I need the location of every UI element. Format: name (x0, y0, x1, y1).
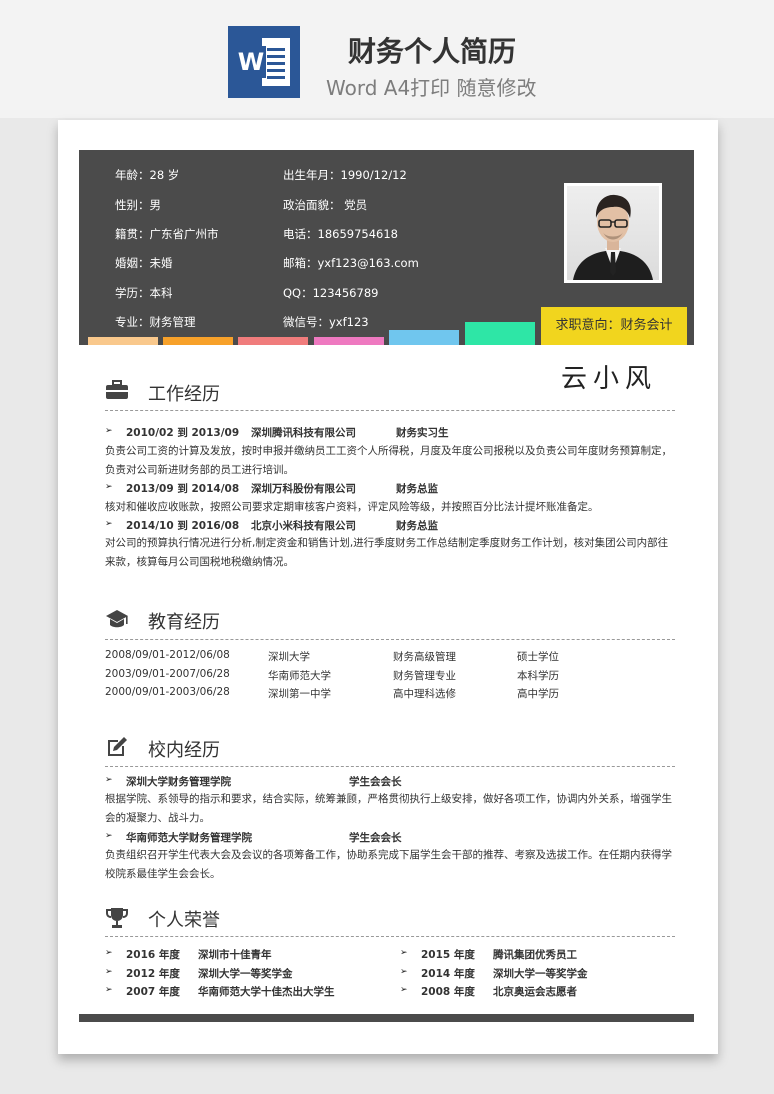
banner: W 财务个人简历 Word A4打印 随意修改 (0, 0, 774, 118)
candidate-name: 云小风 (561, 364, 658, 394)
bullet-arrow-icon: ➢ (400, 948, 408, 958)
edit-icon (108, 737, 127, 756)
footer-bar (79, 1014, 694, 1022)
job-intent-badge: 求职意向：财务会计 (541, 307, 687, 345)
info-qq: QQ：123456789 (283, 286, 379, 300)
edu-school: 深圳第一中学 (268, 688, 331, 700)
work-description: 对公司的预算执行情况进行分析,制定资金和销售计划,进行季度财务工作总结制定季度财… (105, 537, 669, 568)
edu-degree: 高中学历 (517, 688, 559, 700)
work-company: 深圳腾讯科技有限公司 (251, 427, 356, 439)
bullet-arrow-icon: ➢ (105, 775, 113, 785)
honor-year: 2012 年度 (126, 968, 180, 980)
edu-school: 深圳大学 (268, 651, 310, 663)
section-title-work: 工作经历 (148, 384, 220, 405)
honor-title: 深圳大学一等奖学金 (198, 968, 293, 980)
work-period: 2013/09 到 2014/08 (126, 483, 240, 495)
briefcase-icon (106, 380, 128, 399)
person-silhouette-icon (573, 194, 653, 280)
banner-title: 财务个人简历 (348, 35, 517, 68)
banner-subtitle: Word A4打印 随意修改 (326, 76, 537, 100)
edu-major: 高中理科选修 (393, 688, 456, 700)
work-role: 财务总监 (396, 520, 438, 532)
work-period: 2014/10 到 2016/08 (126, 520, 240, 532)
color-bar-3 (238, 337, 308, 345)
color-bar-1 (88, 337, 158, 345)
info-wechat: 微信号：yxf123 (283, 315, 369, 329)
graduation-cap-icon (106, 610, 128, 628)
campus-role: 学生会会长 (349, 832, 402, 844)
edu-period: 2008/09/01-2012/06/08 (105, 649, 230, 661)
section-divider (105, 410, 675, 411)
info-birth: 出生年月：1990/12/12 (283, 168, 407, 182)
word-icon: W (228, 26, 300, 98)
honor-title: 华南师范大学十佳杰出大学生 (198, 986, 335, 998)
info-major: 专业：财务管理 (115, 315, 196, 329)
info-marital: 婚姻：未婚 (115, 256, 173, 270)
bullet-arrow-icon: ➢ (105, 967, 113, 977)
work-role: 财务总监 (396, 483, 438, 495)
edu-school: 华南师范大学 (268, 670, 331, 682)
edu-degree: 硕士学位 (517, 651, 559, 663)
section-title-honors: 个人荣誉 (148, 910, 220, 931)
trophy-icon (106, 908, 128, 928)
edu-degree: 本科学历 (517, 670, 559, 682)
work-description: 负责公司工资的计算及发放，按时申报并缴纳员工工资个人所得税，月度及年度公司报税以… (105, 445, 672, 476)
honor-title: 腾讯集团优秀员工 (493, 949, 577, 961)
section-title-education: 教育经历 (148, 612, 220, 633)
bullet-arrow-icon: ➢ (105, 482, 113, 492)
profile-photo (564, 183, 662, 283)
work-period: 2010/02 到 2013/09 (126, 427, 240, 439)
work-role: 财务实习生 (396, 427, 449, 439)
info-education: 学历：本科 (115, 286, 173, 300)
section-divider (105, 639, 675, 640)
section-title-campus: 校内经历 (148, 740, 220, 761)
honor-year: 2008 年度 (421, 986, 475, 998)
campus-org: 深圳大学财务管理学院 (126, 776, 231, 788)
campus-description: 负责组织召开学生代表大会及会议的各项筹备工作，协助系完成下届学生会干部的推荐、考… (105, 849, 672, 880)
color-bar-5 (389, 330, 459, 345)
info-politics: 政治面貌： 党员 (283, 198, 368, 212)
info-hometown: 籍贯：广东省广州市 (115, 227, 219, 241)
color-bar-4 (314, 337, 384, 345)
bullet-arrow-icon: ➢ (400, 985, 408, 995)
work-company: 深圳万科股份有限公司 (251, 483, 356, 495)
edu-period: 2000/09/01-2003/06/28 (105, 686, 230, 698)
bullet-arrow-icon: ➢ (105, 519, 113, 529)
bullet-arrow-icon: ➢ (105, 426, 113, 436)
honor-year: 2015 年度 (421, 949, 475, 961)
color-bar-2 (163, 337, 233, 345)
honor-year: 2014 年度 (421, 968, 475, 980)
honor-year: 2016 年度 (126, 949, 180, 961)
honor-title: 深圳市十佳青年 (198, 949, 272, 961)
color-bar-6 (465, 322, 535, 345)
bullet-arrow-icon: ➢ (105, 985, 113, 995)
work-company: 北京小米科技有限公司 (251, 520, 356, 532)
honor-title: 深圳大学一等奖学金 (493, 968, 588, 980)
edu-period: 2003/09/01-2007/06/28 (105, 668, 230, 680)
bullet-arrow-icon: ➢ (105, 831, 113, 841)
campus-org: 华南师范大学财务管理学院 (126, 832, 252, 844)
info-phone: 电话：18659754618 (283, 227, 398, 241)
info-age: 年龄：28 岁 (115, 168, 180, 182)
info-email: 邮箱：yxf123@163.com (283, 256, 419, 270)
info-gender: 性别：男 (115, 198, 161, 212)
campus-description: 根据学院、系领导的指示和要求，结合实际，统筹兼顾，严格贯彻执行上级安排，做好各项… (105, 793, 672, 824)
honor-year: 2007 年度 (126, 986, 180, 998)
resume-paper: 年龄：28 岁 性别：男 籍贯：广东省广州市 婚姻：未婚 学历：本科 专业：财务… (58, 120, 718, 1054)
section-divider (105, 936, 675, 937)
work-description: 核对和催收应收账款，按照公司要求定期审核客户资料，评定风险等级，并按照百分比法计… (105, 501, 599, 513)
bullet-arrow-icon: ➢ (105, 948, 113, 958)
edu-major: 财务高级管理 (393, 651, 456, 663)
honor-title: 北京奥运会志愿者 (493, 986, 577, 998)
bullet-arrow-icon: ➢ (400, 967, 408, 977)
word-letter: W (236, 46, 266, 78)
section-divider (105, 766, 675, 767)
edu-major: 财务管理专业 (393, 670, 456, 682)
profile-header: 年龄：28 岁 性别：男 籍贯：广东省广州市 婚姻：未婚 学历：本科 专业：财务… (79, 150, 694, 345)
campus-role: 学生会会长 (349, 776, 402, 788)
